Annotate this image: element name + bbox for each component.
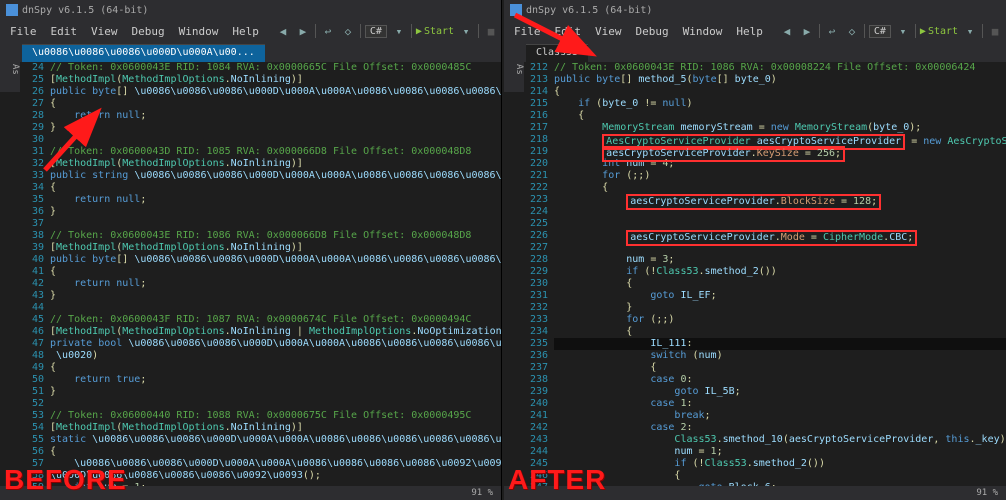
dropdown-icon[interactable]: ▾ (458, 23, 474, 39)
menu-window[interactable]: Window (677, 23, 729, 40)
tab-obfuscated[interactable]: \u0086\u0086\u0086\u000D\u000A\u00... (22, 44, 265, 62)
menu-help[interactable]: Help (730, 23, 769, 40)
stop-icon: ■ (483, 23, 499, 39)
menu-debug[interactable]: Debug (630, 23, 675, 40)
nav-back-icon[interactable]: ◀ (275, 23, 291, 39)
language-select[interactable]: C# (365, 25, 387, 38)
menu-window[interactable]: Window (173, 23, 225, 40)
menu-view[interactable]: View (85, 23, 124, 40)
start-button[interactable]: ▶ Start (416, 26, 454, 37)
highlight-icon[interactable]: ◇ (340, 23, 356, 39)
window-title: dnSpy v6.1.5 (64-bit) (526, 5, 652, 16)
zoom-level: 91 % (471, 488, 493, 498)
dropdown-icon[interactable]: ▾ (391, 23, 407, 39)
menubar: File Edit View Debug Window Help ◀ ▶ ↩ ◇… (504, 20, 1006, 42)
menu-file[interactable]: File (4, 23, 43, 40)
menu-edit[interactable]: Edit (549, 23, 588, 40)
window-titlebar: dnSpy v6.1.5 (64-bit) (504, 0, 1006, 20)
code-editor[interactable]: 2425262728293031323334353637383940414243… (20, 62, 501, 486)
nav-back-icon[interactable]: ◀ (779, 23, 795, 39)
menu-view[interactable]: View (589, 23, 628, 40)
side-tab-assembly[interactable]: As (0, 42, 20, 92)
menu-debug[interactable]: Debug (126, 23, 171, 40)
menu-help[interactable]: Help (226, 23, 265, 40)
line-gutter: 2425262728293031323334353637383940414243… (20, 62, 50, 486)
tab-class53[interactable]: Class53 (526, 44, 588, 62)
menu-file[interactable]: File (508, 23, 547, 40)
window-title: dnSpy v6.1.5 (64-bit) (22, 5, 148, 16)
language-select[interactable]: C# (869, 25, 891, 38)
wrap-icon[interactable]: ↩ (320, 23, 336, 39)
zoom-level: 91 % (976, 488, 998, 498)
label-before: BEFORE (4, 464, 127, 496)
side-tab-assembly[interactable]: As (504, 42, 524, 92)
stop-icon: ■ (987, 23, 1003, 39)
menubar: File Edit View Debug Window Help ◀ ▶ ↩ ◇… (0, 20, 501, 42)
tabstrip: \u0086\u0086\u0086\u000D\u000A\u00... (0, 42, 501, 62)
window-titlebar: dnSpy v6.1.5 (64-bit) (0, 0, 501, 20)
line-gutter: 2122132142152162172182192202212222232242… (524, 62, 554, 486)
wrap-icon[interactable]: ↩ (824, 23, 840, 39)
tabstrip: Class53 (504, 42, 1006, 62)
app-icon (510, 4, 522, 16)
start-button[interactable]: ▶ Start (920, 26, 958, 37)
highlight-icon[interactable]: ◇ (844, 23, 860, 39)
dropdown-icon[interactable]: ▾ (962, 23, 978, 39)
code-editor[interactable]: 2122132142152162172182192202212222232242… (524, 62, 1006, 486)
menu-edit[interactable]: Edit (45, 23, 84, 40)
nav-forward-icon[interactable]: ▶ (295, 23, 311, 39)
label-after: AFTER (508, 464, 606, 496)
dropdown-icon[interactable]: ▾ (895, 23, 911, 39)
nav-forward-icon[interactable]: ▶ (799, 23, 815, 39)
app-icon (6, 4, 18, 16)
